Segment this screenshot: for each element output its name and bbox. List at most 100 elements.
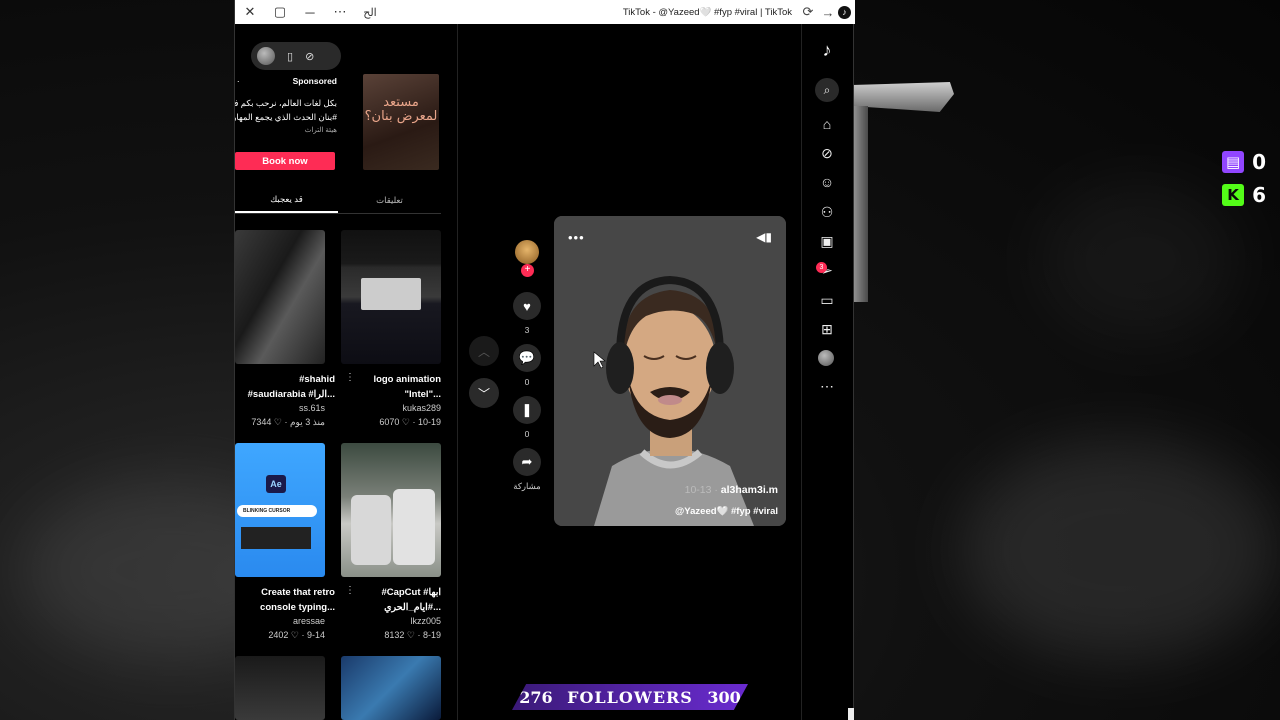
panel-divider (457, 24, 458, 720)
window-title: TikTok - @Yazeed🤍 #fyp #viral | TikTok (622, 6, 792, 18)
video-thumbnail[interactable] (341, 230, 441, 364)
sound-icon[interactable]: ◀▮ (756, 230, 772, 244)
emblem-logo (852, 82, 962, 302)
bookmark-icon[interactable]: ❚ (513, 396, 541, 424)
inbox-badge: 3 (816, 262, 827, 273)
list-item[interactable]: Ae BLINKING CURSOR Create that retro con… (235, 443, 335, 643)
kick-icon: K (1222, 184, 1245, 206)
card-author[interactable]: aressae (293, 616, 325, 626)
like-action[interactable]: ♥ 3 (513, 292, 541, 335)
card-author[interactable]: lkzz005 (410, 616, 441, 626)
explore-icon[interactable]: ⊘ (817, 143, 837, 163)
share-icon[interactable]: ➦ (513, 448, 541, 476)
list-item[interactable]: ⋮ logo animation "Intel"... kukas289 607… (341, 230, 441, 430)
card-title[interactable]: logo animation "Intel"... (357, 372, 441, 402)
follow-button[interactable]: + (521, 264, 534, 277)
close-icon[interactable]: ✕ (235, 0, 265, 24)
card-author[interactable]: kukas289 (402, 403, 441, 413)
home-icon[interactable]: ⌂ (817, 114, 837, 134)
following-icon[interactable]: ☺ (817, 172, 837, 192)
minimize-icon[interactable]: ─ (295, 0, 325, 24)
creator-avatar[interactable] (515, 240, 539, 264)
video-player[interactable]: ••• ◀▮ 10-13 · al3ham3i.m @Yazeed🤍 #fyp … (554, 216, 786, 526)
live-icon[interactable]: ▣ (817, 231, 837, 251)
kick-counter: K 6 (1222, 183, 1266, 207)
list-item[interactable]: #shahid #saudiarabia #الرا... ss.61s 734… (235, 230, 335, 430)
panel-tabs: قد يعجبك تعليقات (235, 188, 441, 214)
video-author[interactable]: al3ham3i.m (721, 484, 778, 496)
video-thumbnail[interactable] (341, 656, 441, 720)
share-label: مشاركة (513, 481, 541, 491)
tab-glyph[interactable]: الح (355, 0, 385, 24)
activity-icon[interactable]: ▭ (817, 290, 837, 310)
maximize-icon[interactable]: ▢ (265, 0, 295, 24)
thumbnail-search-text: BLINKING CURSOR (237, 505, 317, 517)
compass-icon[interactable]: ⊘ (305, 50, 314, 63)
card-title[interactable]: #shahid #saudiarabia #الرا... (245, 372, 335, 402)
upload-icon[interactable]: ⊞ (817, 319, 837, 339)
share-action[interactable]: ➦ مشاركة (513, 448, 541, 492)
followers-label: FOLLOWERS (567, 687, 693, 707)
search-icon[interactable]: ⌕ (815, 78, 839, 102)
sponsored-ad[interactable]: . Sponsored بكل لغات العالم، نرحب بكم في… (235, 74, 457, 174)
sidebar-panel: ▯ ⊘ . Sponsored بكل لغات العالم، نرحب بك… (235, 24, 457, 720)
card-meta: 8132 ♡ · 8-19 (384, 630, 441, 640)
forward-icon[interactable]: → (818, 0, 838, 24)
ad-title: بكل لغات العالم، نرحب بكم في #بنان الحدث… (235, 98, 337, 122)
tab-comments[interactable]: تعليقات (338, 188, 441, 213)
card-meta: 2402 ♡ · 9-14 (268, 630, 325, 640)
tiktok-icon: ♪ (838, 5, 851, 19)
bookmark-action[interactable]: ❚ 0 (513, 396, 541, 439)
comment-count: 0 (524, 377, 530, 387)
ad-dot: . (237, 74, 240, 84)
ad-thumbnail-text: مستعد لمعرض بنان؟ (364, 95, 438, 124)
card-title[interactable]: Create that retro console typing... (245, 585, 335, 615)
previous-video-button[interactable]: ︿ (469, 336, 499, 366)
ad-thumbnail[interactable]: مستعد لمعرض بنان؟ (363, 74, 439, 170)
more-icon[interactable]: ⋯ (817, 376, 837, 396)
more-icon[interactable]: ⋮ (345, 372, 355, 383)
comment-action[interactable]: 💬 0 (513, 344, 541, 387)
twitch-icon: ▤ (1222, 151, 1245, 173)
avatar[interactable] (257, 47, 275, 65)
bookmark-count: 0 (524, 429, 530, 439)
tiktok-logo-icon[interactable]: ♪ (817, 40, 837, 60)
more-icon[interactable]: ••• (568, 230, 585, 245)
chevron-up-icon: ︿ (477, 344, 490, 359)
mini-toolbar: ▯ ⊘ (251, 42, 341, 70)
comment-icon[interactable]: 💬 (513, 344, 541, 372)
chevron-down-icon: ﹀ (477, 386, 490, 401)
friends-icon[interactable]: ⚇ (817, 202, 837, 222)
like-count: 3 (524, 325, 530, 335)
title-bar: ✕ ▢ ─ ⋯ الح TikTok - @Yazeed🤍 #fyp #vira… (235, 0, 855, 24)
video-thumbnail[interactable] (341, 443, 441, 577)
refresh-icon[interactable]: ⟳ (798, 0, 818, 24)
profile-avatar[interactable] (818, 350, 834, 366)
sponsored-label: Sponsored (292, 76, 337, 86)
scrollbar[interactable] (848, 708, 854, 720)
card-title[interactable]: #CapCut #ابها #ايام_الحري... (357, 585, 441, 615)
heart-icon[interactable]: ♥ (513, 292, 541, 320)
video-frame (554, 216, 786, 526)
next-video-button[interactable]: ﹀ (469, 378, 499, 408)
tab-you-may-like[interactable]: قد يعجبك (235, 188, 338, 213)
video-caption[interactable]: @Yazeed🤍 #fyp #viral (675, 506, 778, 517)
video-author-line[interactable]: 10-13 · al3ham3i.m (685, 484, 778, 496)
video-thumbnail[interactable] (235, 230, 325, 364)
book-now-button[interactable]: Book now (235, 152, 335, 170)
card-author[interactable]: ss.61s (299, 403, 325, 413)
more-icon[interactable]: ⋮ (345, 585, 355, 596)
followers-goal: 300 (707, 687, 741, 707)
video-thumbnail[interactable]: Ae BLINKING CURSOR (235, 443, 325, 577)
twitch-counter: ▤ 0 (1222, 150, 1266, 174)
browser-window: ✕ ▢ ─ ⋯ الح TikTok - @Yazeed🤍 #fyp #vira… (234, 0, 855, 720)
video-thumbnail[interactable] (235, 656, 325, 720)
list-item[interactable]: ⋮ #CapCut #ابها #ايام_الحري... lkzz005 8… (341, 443, 441, 643)
more-icon[interactable]: ⋯ (325, 0, 355, 24)
stream-overlay-background: ▤ 0 K 6 ✕ ▢ ─ ⋯ الح TikTok - @Yazeed🤍 #f… (0, 0, 1280, 720)
phone-icon[interactable]: ▯ (287, 50, 293, 63)
video-date: 10-13 · (684, 484, 721, 496)
kick-count: 6 (1252, 183, 1266, 207)
followers-current: 276 (519, 687, 553, 707)
twitch-count: 0 (1252, 150, 1266, 174)
